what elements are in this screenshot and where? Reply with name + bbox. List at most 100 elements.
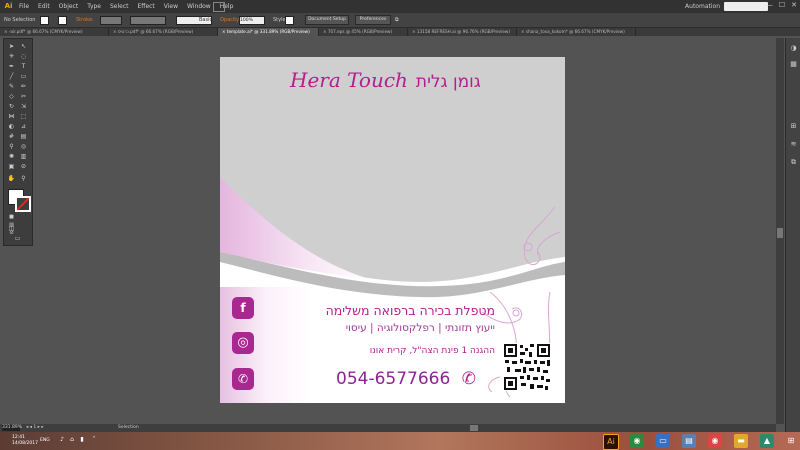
style-swatch[interactable] — [285, 16, 294, 25]
direct-selection-tool-icon[interactable]: ↖ — [19, 43, 28, 51]
free-transform-tool-icon[interactable]: ⬚ — [19, 113, 28, 121]
draw-mode-icon[interactable]: ◫ — [7, 225, 16, 233]
artboards-panel-icon[interactable]: ⧉ — [789, 158, 798, 167]
type-tool-icon[interactable]: T — [19, 63, 28, 71]
arrange-documents-icon[interactable] — [213, 2, 225, 12]
pen-tool-icon[interactable]: ✒ — [7, 63, 16, 71]
brush-label: Basic — [199, 17, 213, 23]
swatches-panel-icon[interactable]: ▦ — [789, 60, 798, 69]
panel-dock: ◑ ▦ ⊞ ≋ ⧉ — [785, 38, 800, 438]
mesh-tool-icon[interactable]: # — [7, 133, 16, 141]
horizontal-scroll-thumb[interactable] — [470, 425, 478, 431]
rectangle-tool-icon[interactable]: ▭ — [19, 73, 28, 81]
magic-wand-tool-icon[interactable]: ✳ — [7, 53, 16, 61]
menu-view[interactable]: View — [164, 3, 178, 10]
eyedropper-tool-icon[interactable]: ⚲ — [7, 143, 16, 151]
network-icon[interactable]: ⌂ — [68, 436, 76, 444]
pencil-tool-icon[interactable]: ✏ — [19, 83, 28, 91]
menu-type[interactable]: Type — [87, 3, 101, 10]
card-title: Hera Touch גומן גלית — [290, 68, 481, 92]
slice-tool-icon[interactable]: ⊘ — [19, 163, 28, 171]
vertical-scrollbar[interactable] — [776, 38, 784, 424]
brand-name: Hera Touch — [290, 68, 408, 92]
align-icon[interactable]: ⧉ — [395, 17, 399, 23]
tab-document[interactable]: × 13158 REFRESH.ai @ 96.76% (RGB/Preview… — [408, 28, 517, 36]
shape-builder-tool-icon[interactable]: ◐ — [7, 123, 16, 131]
chevron-up-icon[interactable]: ˄ — [90, 436, 98, 444]
tab-document[interactable]: × -air.pdf* @ 66.67% (CMYK/Preview) — [0, 28, 109, 36]
menu-window[interactable]: Window — [187, 3, 211, 10]
document-setup-button[interactable]: Document Setup — [305, 15, 349, 25]
maximize-button[interactable]: ☐ — [779, 1, 785, 9]
stroke-color-swatch[interactable] — [15, 196, 31, 212]
chrome-taskbar-icon[interactable]: ◉ — [630, 434, 644, 448]
menu-effect[interactable]: Effect — [138, 3, 155, 10]
preferences-button[interactable]: Preferences — [355, 15, 391, 25]
zoom-tool-icon[interactable]: ⚲ — [19, 175, 28, 183]
status-bar: 331.89% ◂ ◂ 1 ▸ ▸ Selection — [0, 424, 776, 432]
fill-swatch[interactable] — [40, 16, 49, 25]
owner-name: גומן גלית — [415, 72, 481, 92]
stroke-weight-field[interactable] — [100, 16, 122, 25]
folder-taskbar-icon[interactable]: ▬ — [734, 434, 748, 448]
artboard-nav-icon[interactable]: ◂ ◂ 1 ▸ ▸ — [26, 425, 44, 431]
windows-taskbar: 12:41 14/08/2017 ENG ♪ ⌂ ▮ ˄ Ai ◉ ▭ ▤ ◉ … — [0, 432, 800, 450]
perspective-grid-tool-icon[interactable]: ⊿ — [19, 123, 28, 131]
app-taskbar-icon[interactable]: ▲ — [760, 434, 774, 448]
tab-document[interactable]: × 707.eps @ 45% (RGB/Preview) — [319, 28, 408, 36]
volume-icon[interactable]: ♪ — [58, 436, 66, 444]
menu-edit[interactable]: Edit — [38, 3, 50, 10]
minimize-button[interactable]: — — [766, 1, 773, 9]
width-tool-icon[interactable]: ⋈ — [7, 113, 16, 121]
status-tool-label: Selection — [118, 425, 139, 430]
blend-tool-icon[interactable]: ◎ — [19, 143, 28, 151]
zoom-level-field[interactable]: 331.89% — [2, 425, 22, 431]
color-panel-icon[interactable]: ◑ — [789, 44, 798, 53]
tab-document[interactable]: × shana_tova_kokom* @ 66.67% (CMYK/Previ… — [517, 28, 636, 36]
menu-select[interactable]: Select — [110, 3, 129, 10]
tab-template[interactable]: × template.ai* @ 331.89% (RGB/Preview) — [218, 28, 319, 36]
illustrator-taskbar-icon[interactable]: Ai — [603, 434, 619, 450]
variable-width-field[interactable] — [130, 16, 166, 25]
scissors-tool-icon[interactable]: ✂ — [19, 93, 28, 101]
menu-file[interactable]: File — [19, 3, 29, 10]
stroke-swatch[interactable] — [58, 16, 67, 25]
close-button[interactable]: ✕ — [791, 1, 797, 9]
search-input[interactable] — [724, 2, 768, 11]
lasso-tool-icon[interactable]: ◌ — [19, 53, 28, 61]
artboard-tool-icon[interactable]: ▣ — [7, 163, 16, 171]
selection-label: No Selection — [4, 17, 36, 23]
artboard[interactable]: Hera Touch גומן גלית מטפלת בכירה ברפואה מ… — [220, 57, 565, 403]
whatsapp-icon: ✆ — [232, 368, 254, 390]
line-tool-icon[interactable]: ╱ — [7, 73, 16, 81]
gradient-tool-icon[interactable]: ▤ — [19, 133, 28, 141]
language-indicator[interactable]: ENG — [40, 438, 50, 443]
document-taskbar-icon[interactable]: ▤ — [682, 434, 696, 448]
hand-tool-icon[interactable]: ✋ — [7, 175, 16, 183]
scale-tool-icon[interactable]: ⇲ — [19, 103, 28, 111]
vertical-scroll-thumb[interactable] — [777, 228, 783, 238]
tab-document[interactable]: × כרטיס.pdf* @ 66.67% (RGB/Preview) — [109, 28, 218, 36]
menu-object[interactable]: Object — [59, 3, 79, 10]
windows-start-icon[interactable]: ⊞ — [784, 434, 798, 448]
paintbrush-tool-icon[interactable]: ✎ — [7, 83, 16, 91]
properties-panel-icon[interactable]: ⊞ — [789, 122, 798, 131]
opacity-label[interactable]: Opacity: — [220, 17, 241, 23]
chrome-alt-taskbar-icon[interactable]: ◉ — [708, 434, 722, 448]
explorer-taskbar-icon[interactable]: ▭ — [656, 434, 670, 448]
screen-mode-icon[interactable]: ▭ — [13, 235, 22, 243]
address-text: ההגנה 1 פינת הצה"ל, קרית אונו — [369, 346, 495, 356]
workspace-switcher[interactable]: Automation — [685, 3, 720, 10]
column-graph-tool-icon[interactable]: ▥ — [19, 153, 28, 161]
color-mode-icons[interactable]: ■ ▨ ⊘ — [7, 213, 16, 236]
layers-panel-icon[interactable]: ≋ — [789, 140, 798, 149]
instagram-icon: ◎ — [232, 332, 254, 354]
symbol-sprayer-tool-icon[interactable]: ✺ — [7, 153, 16, 161]
eraser-tool-icon[interactable]: ◇ — [7, 93, 16, 101]
rotate-tool-icon[interactable]: ↻ — [7, 103, 16, 111]
stroke-label[interactable]: Stroke: — [76, 17, 94, 23]
opacity-field[interactable]: 100% — [239, 16, 265, 25]
selection-tool-icon[interactable]: ➤ — [7, 43, 16, 51]
battery-icon[interactable]: ▮ — [78, 436, 86, 444]
profession-text: מטפלת בכירה ברפואה משלימה — [325, 303, 495, 318]
